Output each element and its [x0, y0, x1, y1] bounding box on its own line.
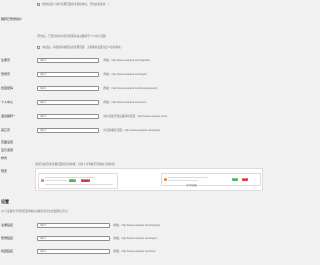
signup-pill: 注册	[242, 178, 248, 181]
user-center-input[interactable]	[37, 100, 99, 105]
redirect-note-title: 跳转已登录用户	[1, 17, 23, 21]
redirect-note-text: (开启后，已登录用户访问注册页将自动跳转至个人中心页面)	[37, 35, 107, 38]
other-page-label: 其它页	[1, 128, 11, 132]
enable-custom-register-text: (启用自定义用户注册页面的主链接地址，开启后将生效…)	[42, 3, 109, 6]
settings-register-label: 注册链接	[1, 223, 14, 227]
logout-redirect-hint: (用户退出登录后跳转的页面：http://www.example.com/)	[103, 115, 168, 118]
login-pill: 登录	[232, 178, 238, 181]
preview-card-left: 已登录 立即注册	[38, 173, 118, 189]
preview-card-right: 登录 注册	[161, 173, 261, 186]
other-page-hint: (可选的额外页面：http://www.example.com/page)	[103, 129, 161, 132]
register-pill: 立即注册	[81, 179, 91, 182]
login-page-hint: (例如：http://www.example.com/login)	[103, 73, 147, 76]
other-page-input[interactable]	[37, 128, 99, 133]
use-default-page-text: (勾选后，将使用系统默认的注册页面，无需额外设置自定义链接地址)	[42, 46, 122, 49]
preview-label: 预览	[1, 169, 8, 173]
user-center-label: 个人中心	[1, 100, 14, 104]
user-center-hint: (例如：http://www.example.com/user)	[103, 101, 147, 104]
preview-line	[168, 177, 208, 179]
settings-lost-label: 找回链接	[1, 249, 14, 253]
settings-section-desc: (以下设置用于控制页面中相关功能的显示方式和默认行为)	[1, 210, 68, 213]
register-page-input[interactable]	[37, 58, 99, 63]
enable-custom-register-checkbox[interactable]	[37, 3, 40, 6]
preview-text: (预览当前登录/注册页面的显示效果，可在下方查看不同状态下的样式)	[35, 163, 116, 166]
style-label: 样式	[1, 156, 8, 160]
preview-line	[168, 180, 198, 182]
use-default-page-checkbox[interactable]	[37, 46, 40, 49]
lost-password-input[interactable]	[37, 86, 99, 91]
register-page-label: 注册页	[1, 58, 11, 62]
avatar-dot-icon	[164, 178, 167, 181]
settings-register-hint: (例如：http://www.example.com/register)	[113, 224, 160, 227]
preview-line	[45, 180, 67, 182]
status-badge: 已登录	[69, 179, 77, 182]
preview-box: 已登录 立即注册 登录 注册 (示例效果)	[35, 168, 263, 191]
settings-login-hint: (例如：http://www.example.com/login)	[113, 237, 157, 240]
settings-lost-hint: (例如：http://www.example.com/lost)	[113, 250, 156, 253]
settings-lost-input[interactable]	[37, 249, 110, 254]
page-settings-label: 页面设置	[1, 140, 14, 144]
lost-password-hint: (例如：http://www.example.com/lost-password…	[103, 87, 158, 90]
logout-redirect-input[interactable]	[37, 114, 99, 119]
lost-password-label: 找回密码	[1, 86, 14, 90]
display-options-label: 显示选项	[1, 148, 14, 152]
settings-login-label: 登录链接	[1, 236, 14, 240]
logout-redirect-label: 退出跳转 *	[1, 114, 16, 118]
register-page-hint: (例如：http://www.example.com/register)	[103, 59, 150, 62]
avatar-dot-icon	[41, 179, 44, 182]
login-page-label: 登录页	[1, 72, 11, 76]
login-page-input[interactable]	[37, 72, 99, 77]
preview-line	[45, 184, 113, 186]
settings-login-input[interactable]	[37, 236, 110, 241]
settings-section-title: 设置	[1, 199, 9, 204]
preview-caption: (示例效果)	[186, 184, 198, 187]
settings-register-input[interactable]	[37, 223, 110, 228]
